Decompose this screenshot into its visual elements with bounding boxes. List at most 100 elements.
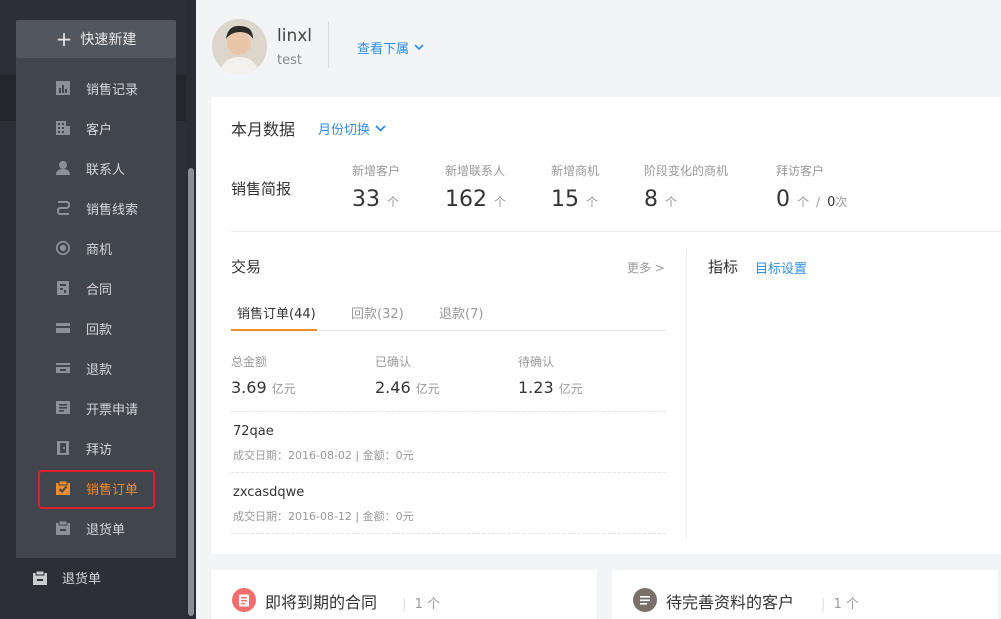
order-meta: 成交日期：2016-08-12 | 金额：0元 [233, 510, 414, 523]
stat-unit: 个 [586, 195, 599, 209]
menu-item-label: 销售线索 [86, 202, 139, 218]
view-subordinates-label: 查看下属 [357, 42, 410, 57]
amount-value: 1.23 [518, 378, 554, 397]
quick-create-label: 快速新建 [80, 32, 137, 48]
stat-label: 阶段变化的商机 [644, 164, 729, 178]
stat-value: 8 [644, 187, 658, 212]
stat-visits[interactable]: 拜访客户 0 个 / 0次 [776, 162, 847, 212]
invoice-icon [55, 400, 71, 416]
tab-payments[interactable]: 回款(32) [351, 303, 404, 322]
stat-new-contacts[interactable]: 新增联系人 162 个 [445, 162, 506, 212]
menu-item-contact[interactable]: 联系人 [16, 148, 176, 188]
contract-icon [55, 280, 71, 296]
sidebar-scrollbar-thumb[interactable] [188, 168, 194, 616]
stat-new-customers[interactable]: 新增客户 33 个 [352, 162, 400, 212]
quick-create-button[interactable]: + 快速新建 [16, 20, 176, 58]
amount-confirmed: 已确认 2.46 亿元 [375, 353, 440, 397]
amount-total: 总金额 3.69 亿元 [231, 353, 296, 397]
visit-icon [55, 440, 71, 456]
month-switch-label: 月份切换 [318, 123, 371, 138]
stat-separator: / [816, 195, 821, 209]
amount-value: 3.69 [231, 378, 267, 397]
stat-value: 162 [445, 187, 487, 212]
menu-item-label: 开票申请 [86, 402, 139, 418]
stat-label: 拜访客户 [776, 164, 825, 178]
header-divider [328, 22, 329, 68]
active-item-highlight [38, 470, 155, 509]
return-icon [55, 520, 71, 536]
menu-item-label: 回款 [86, 322, 113, 338]
menu-item-sales-record[interactable]: 销售记录 [16, 68, 176, 108]
menu-item-customer[interactable]: 客户 [16, 108, 176, 148]
menu-item-return[interactable]: 退货单 [16, 508, 176, 548]
stat-value: 15 [551, 187, 579, 212]
stat-unit: 个 [665, 195, 678, 209]
user-role: test [277, 53, 302, 68]
more-link[interactable]: 更多 > [627, 259, 665, 276]
menu-item-label: 销售记录 [86, 82, 139, 98]
menu-item-refund[interactable]: 退款 [16, 348, 176, 388]
amount-label: 已确认 [375, 355, 412, 369]
month-switch-dropdown[interactable]: 月份切换 [318, 119, 386, 138]
menu-item-sales-lead[interactable]: 销售线索 [16, 188, 176, 228]
user-name: linxl [277, 26, 313, 46]
menu-item-invoice[interactable]: 开票申请 [16, 388, 176, 428]
card-count: | 1 个 [821, 597, 860, 612]
order-meta: 成交日期：2016-08-02 | 金额：0元 [233, 449, 414, 462]
amount-label: 总金额 [231, 355, 268, 369]
card-count-value: 1 个 [414, 597, 441, 612]
return-icon [32, 570, 48, 586]
order-name[interactable]: zxcasdqwe [233, 485, 304, 500]
stat-label: 新增客户 [352, 164, 401, 178]
stat-unit: 个 [494, 195, 507, 209]
stat-value: 0 [776, 187, 790, 212]
stat-unit-secondary: 次 [835, 195, 848, 209]
amount-unit: 亿元 [415, 382, 440, 396]
menu-item-contract[interactable]: 合同 [16, 268, 176, 308]
sidebar-item-label: 退货单 [62, 572, 102, 587]
amount-pending: 待确认 1.23 亿元 [518, 353, 583, 397]
chevron-down-icon [414, 40, 424, 55]
divider [231, 231, 1001, 232]
divider [231, 472, 666, 473]
avatar[interactable] [212, 19, 267, 74]
stat-label: 新增商机 [551, 164, 600, 178]
stat-new-opportunities[interactable]: 新增商机 15 个 [551, 162, 599, 212]
sales-brief-label: 销售简报 [231, 180, 292, 198]
amount-label: 待确认 [518, 355, 555, 369]
person-icon [55, 160, 71, 176]
card-title: 待完善资料的客户 [666, 593, 795, 612]
target-icon [55, 240, 71, 256]
sidebar-item-return[interactable]: 退货单 [32, 568, 101, 587]
refund-icon [55, 360, 71, 376]
top-header [196, 0, 1001, 90]
menu-item-label: 商机 [86, 242, 113, 258]
trade-section-title: 交易 [231, 258, 262, 276]
stat-stage-changed[interactable]: 阶段变化的商机 8 个 [644, 162, 728, 212]
menu-item-payment[interactable]: 回款 [16, 308, 176, 348]
view-subordinates-link[interactable]: 查看下属 [357, 38, 424, 57]
lead-icon [55, 200, 71, 216]
target-settings-link[interactable]: 目标设置 [755, 258, 807, 277]
list-icon [633, 588, 657, 612]
menu-item-opportunity[interactable]: 商机 [16, 228, 176, 268]
bar-chart-icon [55, 80, 71, 96]
stat-value: 33 [352, 187, 380, 212]
chevron-down-icon [375, 121, 386, 136]
menu-item-visit[interactable]: 拜访 [16, 428, 176, 468]
tab-refunds[interactable]: 退款(7) [439, 303, 483, 322]
section-divider [686, 249, 687, 539]
amount-unit: 亿元 [558, 382, 583, 396]
stat-unit: 个 [797, 195, 810, 209]
order-name[interactable]: 72qae [233, 424, 274, 439]
tab-sales-orders[interactable]: 销售订单(44) [237, 303, 316, 322]
plus-icon: + [55, 27, 73, 51]
card-title: 本月数据 [231, 120, 296, 139]
amount-value: 2.46 [375, 378, 411, 397]
divider [231, 411, 666, 412]
document-icon [232, 588, 256, 612]
kpi-section-title: 指标 [708, 258, 739, 276]
card-icon [55, 320, 71, 336]
menu-item-label: 退款 [86, 362, 113, 378]
stat-unit: 个 [387, 195, 400, 209]
